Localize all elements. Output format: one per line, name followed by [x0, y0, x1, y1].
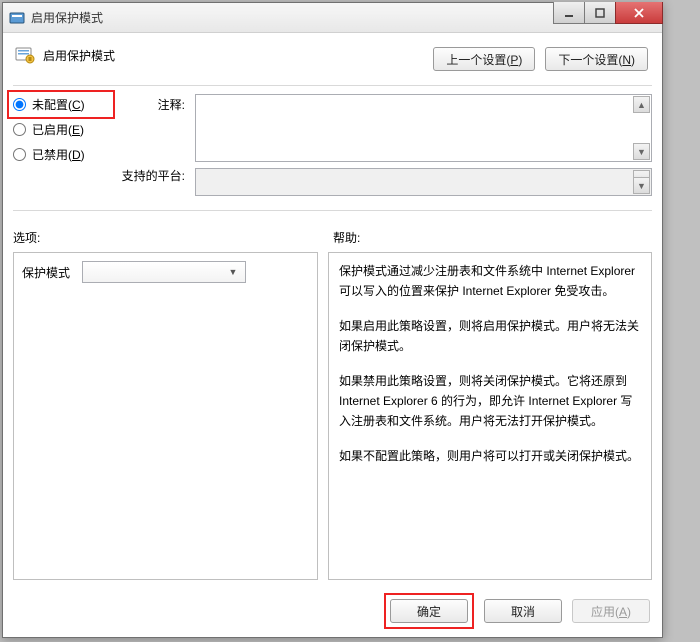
platforms-label: 支持的平台: [119, 167, 185, 184]
radio-disabled[interactable]: 已禁用(D) [13, 146, 109, 163]
chevron-down-icon: ▼ [225, 264, 241, 280]
radio-not-configured[interactable]: 未配置(C) [13, 96, 109, 113]
nav-buttons: 上一个设置(P) 下一个设置(N) [433, 47, 648, 71]
radio-enabled[interactable]: 已启用(E) [13, 121, 109, 138]
dialog-footer: 确定 取消 应用(A) [384, 593, 650, 629]
close-button[interactable] [615, 2, 663, 24]
section-header: 启用保护模式 [13, 43, 115, 67]
dialog-content: 启用保护模式 上一个设置(P) 下一个设置(N) 未配置(C) 已启用(E) [3, 33, 662, 637]
divider [13, 85, 652, 86]
help-panel: 保护模式通过减少注册表和文件系统中 Internet Explorer 可以写入… [328, 252, 652, 580]
highlight-box-ok: 确定 [384, 593, 474, 629]
help-label: 帮助: [333, 229, 360, 246]
lower-panels: 保护模式 ▼ 保护模式通过减少注册表和文件系统中 Internet Explor… [13, 252, 652, 580]
highlight-box-radio: 未配置(C) [7, 90, 115, 119]
scroll-up-icon[interactable]: ▲ [633, 96, 650, 113]
radio-enabled-input[interactable] [13, 123, 26, 136]
scroll-down-icon[interactable]: ▼ [633, 177, 650, 194]
scroll-down-icon[interactable]: ▼ [633, 143, 650, 160]
help-text: 如果不配置此策略，则用户将可以打开或关闭保护模式。 [339, 446, 641, 466]
help-text: 如果启用此策略设置，则将启用保护模式。用户将无法关闭保护模式。 [339, 316, 641, 357]
prev-setting-button[interactable]: 上一个设置(P) [433, 47, 535, 71]
comment-label: 注释: [119, 96, 185, 113]
help-text: 如果禁用此策略设置，则将关闭保护模式。它将还原到 Internet Explor… [339, 371, 641, 432]
titlebar[interactable]: 启用保护模式 [3, 3, 662, 33]
page-title: 启用保护模式 [43, 47, 115, 64]
options-panel: 保护模式 ▼ [13, 252, 318, 580]
cancel-button[interactable]: 取消 [484, 599, 562, 623]
window-controls [554, 2, 663, 24]
minimize-button[interactable] [553, 2, 585, 24]
ok-button[interactable]: 确定 [390, 599, 468, 623]
window-title: 启用保护模式 [31, 9, 103, 26]
config-area: 未配置(C) 已启用(E) 已禁用(D) 注释: 支持的平台: ▲ [13, 94, 652, 196]
option-item-label: 保护模式 [22, 264, 70, 281]
field-labels: 注释: 支持的平台: [119, 94, 185, 196]
divider [13, 210, 652, 211]
mid-labels: 选项: 帮助: [13, 229, 652, 246]
apply-button: 应用(A) [572, 599, 650, 623]
comment-textarea[interactable]: ▲ ▼ [195, 94, 652, 162]
help-text: 保护模式通过减少注册表和文件系统中 Internet Explorer 可以写入… [339, 261, 641, 302]
protect-mode-select[interactable]: ▼ [82, 261, 246, 283]
field-inputs: ▲ ▼ ▲ ▼ [195, 94, 652, 196]
maximize-button[interactable] [584, 2, 616, 24]
policy-icon [13, 43, 37, 67]
next-setting-button[interactable]: 下一个设置(N) [545, 47, 648, 71]
radio-disabled-input[interactable] [13, 148, 26, 161]
platforms-textarea: ▲ ▼ [195, 168, 652, 196]
radio-not-configured-input[interactable] [13, 98, 26, 111]
state-radio-group: 未配置(C) 已启用(E) 已禁用(D) [13, 94, 109, 196]
dialog-window: 启用保护模式 [2, 2, 663, 638]
app-icon [9, 10, 25, 26]
options-label: 选项: [13, 229, 333, 246]
